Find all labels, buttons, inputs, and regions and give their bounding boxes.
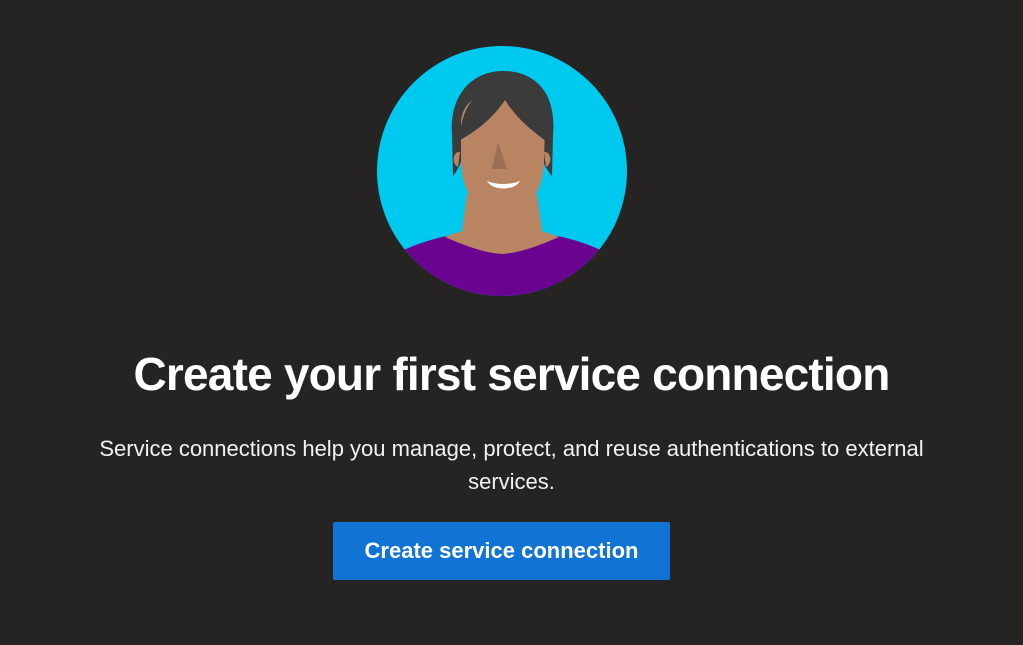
create-service-connection-button[interactable]: Create service connection	[333, 522, 670, 580]
empty-state-panel: Create your first service connection Ser…	[0, 0, 1023, 645]
person-avatar-icon	[377, 46, 627, 296]
person-avatar-illustration	[377, 46, 627, 296]
empty-state-description: Service connections help you manage, pro…	[99, 436, 924, 494]
empty-state-title: Create your first service connection	[133, 348, 890, 400]
